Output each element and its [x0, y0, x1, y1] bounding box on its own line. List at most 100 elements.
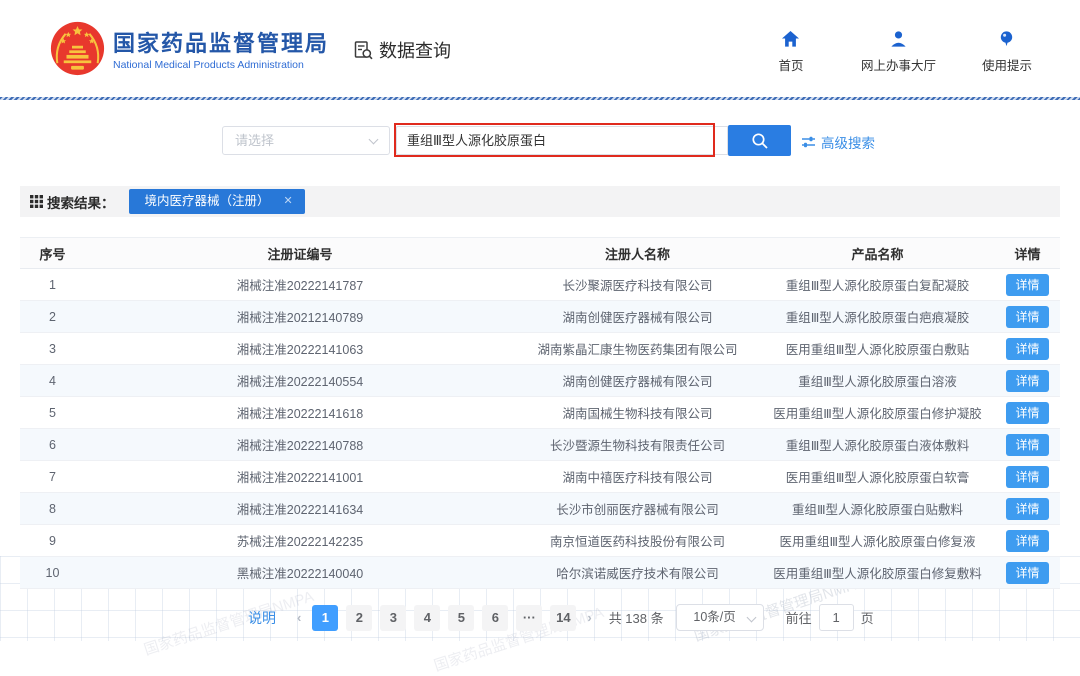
detail-button[interactable]: 详情 [1006, 338, 1049, 360]
nav-service-hall-label: 网上办事大厅 [861, 55, 936, 74]
user-icon [889, 30, 908, 48]
advanced-search-link[interactable]: 高级搜索 [801, 132, 875, 152]
col-header-index: 序号 [20, 238, 85, 269]
row-index: 7 [20, 461, 85, 493]
nav-usage-tips[interactable]: 使用提示 [982, 30, 1032, 74]
detail-cell: 详情 [995, 461, 1060, 493]
table-row: 4湘械注准20222140554湖南创健医疗器械有限公司重组Ⅲ型人源化胶原蛋白溶… [20, 365, 1060, 397]
detail-button[interactable]: 详情 [1006, 530, 1049, 552]
product-name: 医用重组Ⅲ型人源化胶原蛋白修复液 [760, 525, 995, 557]
results-label-text: 搜索结果： [47, 192, 115, 212]
goto-suffix: 页 [861, 608, 874, 627]
table-row: 6湘械注准20222140788长沙暨源生物科技有限责任公司重组Ⅲ型人源化胶原蛋… [20, 429, 1060, 461]
registration-number: 湘械注准20222140788 [85, 429, 515, 461]
product-name: 重组Ⅲ型人源化胶原蛋白贴敷料 [760, 493, 995, 525]
total-count: 共 138 条 [609, 608, 664, 627]
detail-button[interactable]: 详情 [1006, 466, 1049, 488]
note-link[interactable]: 说明 [248, 608, 276, 628]
table-row: 10黑械注准20222140040哈尔滨诺威医疗技术有限公司医用重组Ⅲ型人源化胶… [20, 557, 1060, 589]
chevron-right-icon[interactable]: › [580, 610, 598, 625]
results-table-body: 1湘械注准20222141787长沙聚源医疗科技有限公司重组Ⅲ型人源化胶原蛋白复… [20, 269, 1060, 589]
col-header-detail: 详情 [995, 238, 1060, 269]
registration-number: 湘械注准20212140789 [85, 301, 515, 333]
detail-cell: 详情 [995, 525, 1060, 557]
detail-cell: 详情 [995, 365, 1060, 397]
row-index: 6 [20, 429, 85, 461]
detail-cell: 详情 [995, 493, 1060, 525]
page-button[interactable]: 5 [448, 605, 474, 631]
pagination: 说明 ‹ 123456···14 › 共 138 条 10条/页 前往 1 页 [248, 604, 874, 631]
col-header-product-name: 产品名称 [760, 238, 995, 269]
page-size-select[interactable]: 10条/页 [676, 604, 764, 631]
home-icon [781, 30, 800, 48]
product-name: 重组Ⅲ型人源化胶原蛋白溶液 [760, 365, 995, 397]
detail-button[interactable]: 详情 [1006, 434, 1049, 456]
detail-button[interactable]: 详情 [1006, 498, 1049, 520]
goto-label: 前往 [786, 608, 812, 627]
detail-cell: 详情 [995, 333, 1060, 365]
page-size-value: 10条/页 [693, 610, 735, 624]
page-button[interactable]: 14 [550, 605, 576, 631]
product-name: 重组Ⅲ型人源化胶原蛋白疤痕凝胶 [760, 301, 995, 333]
detail-cell: 详情 [995, 429, 1060, 461]
row-index: 9 [20, 525, 85, 557]
search-button[interactable] [728, 125, 791, 156]
col-header-registration-number: 注册证编号 [85, 238, 515, 269]
page-button[interactable]: 2 [346, 605, 372, 631]
detail-cell: 详情 [995, 557, 1060, 589]
page-title-label: 数据查询 [379, 37, 451, 63]
table-row: 8湘械注准20222141634长沙市创丽医疗器械有限公司重组Ⅲ型人源化胶原蛋白… [20, 493, 1060, 525]
row-index: 1 [20, 269, 85, 301]
page-list: 123456 ··· 14 [308, 605, 580, 631]
nmpa-emblem-logo [50, 21, 105, 76]
results-label: 搜索结果： [30, 192, 115, 212]
page-button[interactable]: 1 [312, 605, 338, 631]
page-button[interactable]: 4 [414, 605, 440, 631]
nav-usage-tips-label: 使用提示 [982, 55, 1032, 74]
nav-home-label: 首页 [778, 55, 803, 74]
advanced-search-label: 高级搜索 [821, 132, 875, 152]
product-name: 重组Ⅲ型人源化胶原蛋白复配凝胶 [760, 269, 995, 301]
registrant-name: 湖南中禧医疗科技有限公司 [515, 461, 760, 493]
magnifier-icon [751, 132, 769, 150]
tip-icon [997, 30, 1016, 48]
table-row: 7湘械注准20222141001湖南中禧医疗科技有限公司医用重组Ⅲ型人源化胶原蛋… [20, 461, 1060, 493]
row-index: 4 [20, 365, 85, 397]
col-header-registrant-name: 注册人名称 [515, 238, 760, 269]
registrant-name: 哈尔滨诺威医疗技术有限公司 [515, 557, 760, 589]
chevron-left-icon[interactable]: ‹ [290, 610, 308, 625]
nav-service-hall[interactable]: 网上办事大厅 [861, 30, 936, 74]
category-select[interactable]: 请选择 [222, 126, 390, 155]
detail-button[interactable]: 详情 [1006, 402, 1049, 424]
page-button[interactable]: 6 [482, 605, 508, 631]
row-index: 3 [20, 333, 85, 365]
registration-number: 湘械注准20222141618 [85, 397, 515, 429]
search-input[interactable]: 重组Ⅲ型人源化胶原蛋白 [396, 126, 728, 155]
product-name: 医用重组Ⅲ型人源化胶原蛋白软膏 [760, 461, 995, 493]
sliders-icon [801, 135, 816, 149]
detail-button[interactable]: 详情 [1006, 306, 1049, 328]
registrant-name: 长沙聚源医疗科技有限公司 [515, 269, 760, 301]
page-ellipsis[interactable]: ··· [516, 605, 542, 631]
registrant-name: 湖南国械生物科技有限公司 [515, 397, 760, 429]
row-index: 10 [20, 557, 85, 589]
row-index: 8 [20, 493, 85, 525]
detail-button[interactable]: 详情 [1006, 562, 1049, 584]
registration-number: 湘械注准20222141001 [85, 461, 515, 493]
filter-tag[interactable]: 境内医疗器械（注册） ✕ [129, 189, 305, 214]
page-button[interactable]: 3 [380, 605, 406, 631]
product-name: 重组Ⅲ型人源化胶原蛋白液体敷料 [760, 429, 995, 461]
goto-page-input[interactable]: 1 [819, 604, 854, 631]
brand-subtitle: National Medical Products Administration [113, 59, 304, 71]
nav-home[interactable]: 首页 [767, 30, 815, 74]
detail-button[interactable]: 详情 [1006, 370, 1049, 392]
product-name: 医用重组Ⅲ型人源化胶原蛋白修复敷料 [760, 557, 995, 589]
table-row: 3湘械注准20222141063湖南紫晶汇康生物医药集团有限公司医用重组Ⅲ型人源… [20, 333, 1060, 365]
grid-icon [30, 195, 43, 208]
detail-button[interactable]: 详情 [1006, 274, 1049, 296]
close-icon[interactable]: ✕ [284, 189, 293, 214]
product-name: 医用重组Ⅲ型人源化胶原蛋白敷贴 [760, 333, 995, 365]
table-row: 2湘械注准20212140789湖南创健医疗器械有限公司重组Ⅲ型人源化胶原蛋白疤… [20, 301, 1060, 333]
registrant-name: 长沙市创丽医疗器械有限公司 [515, 493, 760, 525]
header: 国家药品监督管理局 National Medical Products Admi… [0, 0, 1080, 97]
